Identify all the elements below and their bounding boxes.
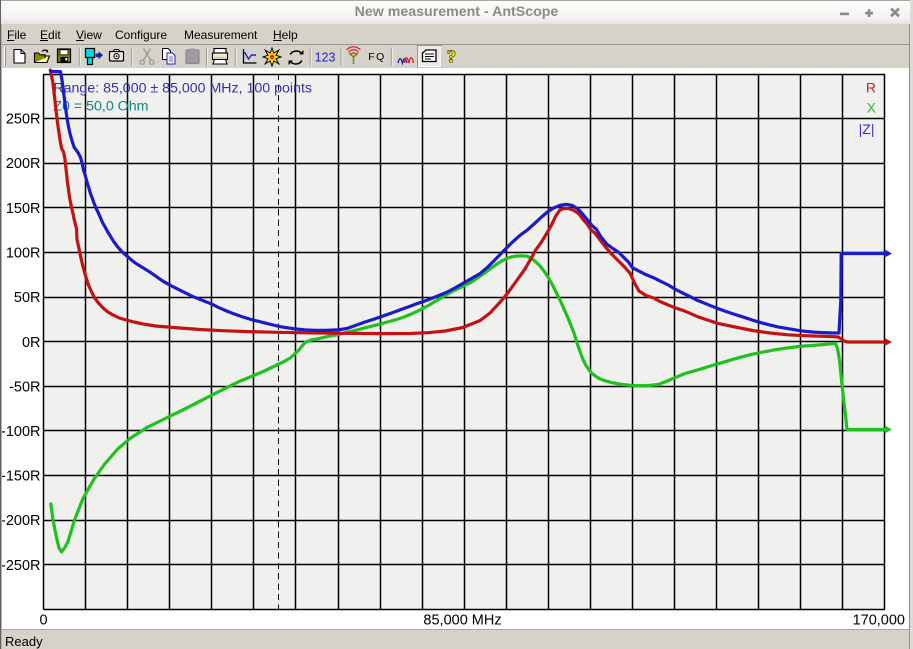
svg-text:50R: 50R xyxy=(14,290,41,306)
svg-text:-150R: -150R xyxy=(1,469,41,485)
svg-text:170,000: 170,000 xyxy=(853,613,905,629)
svg-text:-100R: -100R xyxy=(1,424,41,440)
svg-text:85,000 MHz: 85,000 MHz xyxy=(423,613,501,629)
svg-text:-200R: -200R xyxy=(1,513,41,529)
svg-text:X: X xyxy=(867,100,877,116)
svg-text:0R: 0R xyxy=(22,335,41,351)
svg-text:|Z|: |Z| xyxy=(859,121,875,137)
svg-text:R: R xyxy=(866,79,876,95)
svg-text:0: 0 xyxy=(40,613,48,629)
svg-text:Range: 85,000 ± 85,000 MHz, 10: Range: 85,000 ± 85,000 MHz, 100 points xyxy=(53,81,312,97)
svg-text:200R: 200R xyxy=(6,156,41,172)
svg-text:?: ? xyxy=(447,47,456,67)
svg-text:150R: 150R xyxy=(6,201,41,217)
svg-text:250R: 250R xyxy=(6,112,41,128)
svg-text:-250R: -250R xyxy=(1,558,41,574)
svg-text:FQ: FQ xyxy=(368,51,386,63)
svg-text:-50R: -50R xyxy=(9,379,40,395)
svg-text:100R: 100R xyxy=(6,246,41,262)
svg-text:123: 123 xyxy=(315,51,336,65)
